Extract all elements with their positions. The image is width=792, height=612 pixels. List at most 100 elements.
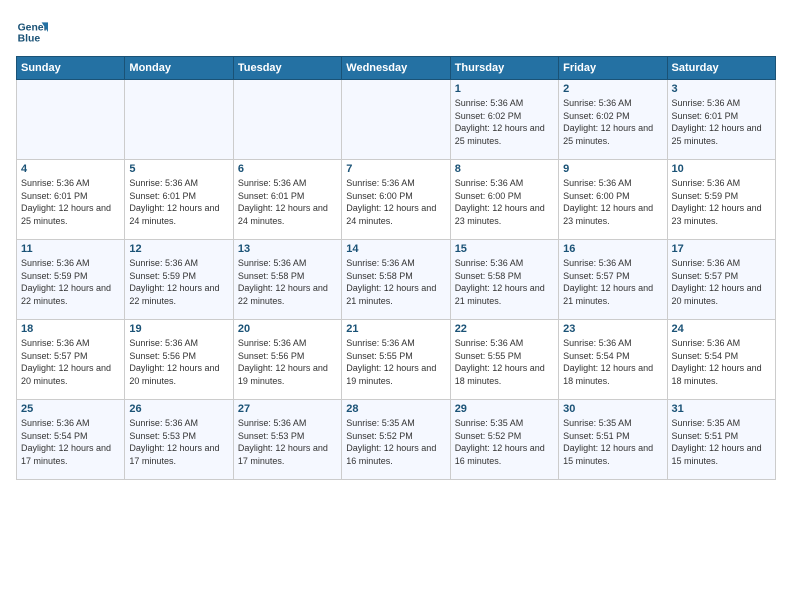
day-number: 25 bbox=[21, 403, 120, 415]
calendar-cell: 22 Sunrise: 5:36 AM Sunset: 5:55 PM Dayli… bbox=[450, 320, 558, 400]
day-info: Sunrise: 5:35 AM Sunset: 5:52 PM Dayligh… bbox=[455, 417, 554, 467]
calendar-cell: 31 Sunrise: 5:35 AM Sunset: 5:51 PM Dayli… bbox=[667, 400, 775, 480]
calendar-cell: 29Sunrise: 5:35 AM Sunset: 5:52 PM Dayli… bbox=[450, 400, 558, 480]
calendar-cell: 30 Sunrise: 5:35 AM Sunset: 5:51 PM Dayli… bbox=[559, 400, 667, 480]
day-info: Sunrise: 5:35 AM Sunset: 5:51 PM Dayligh… bbox=[672, 417, 771, 467]
day-info: Sunrise: 5:35 AM Sunset: 5:52 PM Dayligh… bbox=[346, 417, 445, 467]
day-number: 16 bbox=[563, 243, 662, 255]
day-number: 17 bbox=[672, 243, 771, 255]
day-number: 12 bbox=[129, 243, 228, 255]
calendar-cell: 24Sunrise: 5:36 AM Sunset: 5:54 PM Dayli… bbox=[667, 320, 775, 400]
weekday-header-tuesday: Tuesday bbox=[233, 57, 341, 80]
day-number: 31 bbox=[672, 403, 771, 415]
day-info: Sunrise: 5:36 AM Sunset: 6:02 PM Dayligh… bbox=[563, 97, 662, 147]
calendar-cell: 13Sunrise: 5:36 AM Sunset: 5:58 PM Dayli… bbox=[233, 240, 341, 320]
calendar-cell: 9 Sunrise: 5:36 AM Sunset: 6:00 PM Daylig… bbox=[559, 160, 667, 240]
day-info: Sunrise: 5:36 AM Sunset: 5:58 PM Dayligh… bbox=[455, 257, 554, 307]
day-number: 2 bbox=[563, 83, 662, 95]
calendar-cell: 20 Sunrise: 5:36 AM Sunset: 5:56 PM Dayli… bbox=[233, 320, 341, 400]
calendar-cell: 17Sunrise: 5:36 AM Sunset: 5:57 PM Dayli… bbox=[667, 240, 775, 320]
day-number: 10 bbox=[672, 163, 771, 175]
day-info: Sunrise: 5:36 AM Sunset: 6:00 PM Dayligh… bbox=[346, 177, 445, 227]
day-info: Sunrise: 5:36 AM Sunset: 6:01 PM Dayligh… bbox=[129, 177, 228, 227]
calendar-cell: 28 Sunrise: 5:35 AM Sunset: 5:52 PM Dayli… bbox=[342, 400, 450, 480]
day-info: Sunrise: 5:36 AM Sunset: 5:59 PM Dayligh… bbox=[672, 177, 771, 227]
day-number: 23 bbox=[563, 323, 662, 335]
day-number: 18 bbox=[21, 323, 120, 335]
day-info: Sunrise: 5:36 AM Sunset: 5:57 PM Dayligh… bbox=[21, 337, 120, 387]
calendar-cell: 19 Sunrise: 5:36 AM Sunset: 5:56 PM Dayli… bbox=[125, 320, 233, 400]
logo-icon: General Blue bbox=[16, 16, 48, 48]
day-info: Sunrise: 5:35 AM Sunset: 5:51 PM Dayligh… bbox=[563, 417, 662, 467]
logo: General Blue bbox=[16, 16, 48, 48]
day-number: 14 bbox=[346, 243, 445, 255]
calendar-cell: 14 Sunrise: 5:36 AM Sunset: 5:58 PM Dayli… bbox=[342, 240, 450, 320]
weekday-header-friday: Friday bbox=[559, 57, 667, 80]
day-info: Sunrise: 5:36 AM Sunset: 5:55 PM Dayligh… bbox=[346, 337, 445, 387]
day-info: Sunrise: 5:36 AM Sunset: 5:55 PM Dayligh… bbox=[455, 337, 554, 387]
calendar-cell: 2 Sunrise: 5:36 AM Sunset: 6:02 PM Daylig… bbox=[559, 80, 667, 160]
day-number: 1 bbox=[455, 83, 554, 95]
day-number: 30 bbox=[563, 403, 662, 415]
calendar-cell: 5 Sunrise: 5:36 AM Sunset: 6:01 PM Daylig… bbox=[125, 160, 233, 240]
svg-text:Blue: Blue bbox=[18, 34, 41, 45]
calendar-cell: 7Sunrise: 5:36 AM Sunset: 6:00 PM Daylig… bbox=[342, 160, 450, 240]
day-number: 22 bbox=[455, 323, 554, 335]
calendar-cell: 23 Sunrise: 5:36 AM Sunset: 5:54 PM Dayli… bbox=[559, 320, 667, 400]
calendar-cell: 10 Sunrise: 5:36 AM Sunset: 5:59 PM Dayli… bbox=[667, 160, 775, 240]
day-info: Sunrise: 5:36 AM Sunset: 6:01 PM Dayligh… bbox=[672, 97, 771, 147]
calendar-cell: 6 Sunrise: 5:36 AM Sunset: 6:01 PM Daylig… bbox=[233, 160, 341, 240]
day-number: 4 bbox=[21, 163, 120, 175]
calendar-header-row: SundayMondayTuesdayWednesdayThursdayFrid… bbox=[17, 57, 776, 80]
day-number: 27 bbox=[238, 403, 337, 415]
calendar-cell bbox=[125, 80, 233, 160]
calendar-cell bbox=[233, 80, 341, 160]
day-info: Sunrise: 5:36 AM Sunset: 5:53 PM Dayligh… bbox=[129, 417, 228, 467]
day-info: Sunrise: 5:36 AM Sunset: 5:59 PM Dayligh… bbox=[21, 257, 120, 307]
calendar-cell: 3Sunrise: 5:36 AM Sunset: 6:01 PM Daylig… bbox=[667, 80, 775, 160]
calendar-cell: 1Sunrise: 5:36 AM Sunset: 6:02 PM Daylig… bbox=[450, 80, 558, 160]
day-number: 6 bbox=[238, 163, 337, 175]
day-info: Sunrise: 5:36 AM Sunset: 5:58 PM Dayligh… bbox=[238, 257, 337, 307]
day-number: 11 bbox=[21, 243, 120, 255]
weekday-header-wednesday: Wednesday bbox=[342, 57, 450, 80]
calendar-body: 1 Sunrise: 5:36 AM Sunset: 6:02 PM Daylig… bbox=[17, 80, 776, 480]
week-row-5: 25 Sunrise: 5:36 AM Sunset: 5:54 PM Dayli… bbox=[17, 400, 776, 480]
week-row-4: 18 Sunrise: 5:36 AM Sunset: 5:57 PM Dayli… bbox=[17, 320, 776, 400]
day-number: 5 bbox=[129, 163, 228, 175]
day-number: 26 bbox=[129, 403, 228, 415]
day-info: Sunrise: 5:36 AM Sunset: 6:01 PM Dayligh… bbox=[238, 177, 337, 227]
day-info: Sunrise: 5:36 AM Sunset: 5:56 PM Dayligh… bbox=[129, 337, 228, 387]
calendar-cell: 27 Sunrise: 5:36 AM Sunset: 5:53 PM Dayli… bbox=[233, 400, 341, 480]
day-info: Sunrise: 5:36 AM Sunset: 5:56 PM Dayligh… bbox=[238, 337, 337, 387]
calendar-cell: 12 Sunrise: 5:36 AM Sunset: 5:59 PM Dayli… bbox=[125, 240, 233, 320]
day-number: 20 bbox=[238, 323, 337, 335]
day-number: 8 bbox=[455, 163, 554, 175]
day-info: Sunrise: 5:36 AM Sunset: 5:54 PM Dayligh… bbox=[563, 337, 662, 387]
weekday-header-sunday: Sunday bbox=[17, 57, 125, 80]
day-info: Sunrise: 5:36 AM Sunset: 6:01 PM Dayligh… bbox=[21, 177, 120, 227]
day-number: 28 bbox=[346, 403, 445, 415]
weekday-header-saturday: Saturday bbox=[667, 57, 775, 80]
calendar-cell: 16Sunrise: 5:36 AM Sunset: 5:57 PM Dayli… bbox=[559, 240, 667, 320]
calendar-cell: 15 Sunrise: 5:36 AM Sunset: 5:58 PM Dayli… bbox=[450, 240, 558, 320]
calendar-cell: 18 Sunrise: 5:36 AM Sunset: 5:57 PM Dayli… bbox=[17, 320, 125, 400]
calendar-cell: 21Sunrise: 5:36 AM Sunset: 5:55 PM Dayli… bbox=[342, 320, 450, 400]
week-row-1: 1 Sunrise: 5:36 AM Sunset: 6:02 PM Daylig… bbox=[17, 80, 776, 160]
calendar-cell: 11 Sunrise: 5:36 AM Sunset: 5:59 PM Dayli… bbox=[17, 240, 125, 320]
day-info: Sunrise: 5:36 AM Sunset: 5:54 PM Dayligh… bbox=[21, 417, 120, 467]
day-number: 19 bbox=[129, 323, 228, 335]
weekday-header-thursday: Thursday bbox=[450, 57, 558, 80]
calendar-cell: 4 Sunrise: 5:36 AM Sunset: 6:01 PM Daylig… bbox=[17, 160, 125, 240]
calendar-cell: 25 Sunrise: 5:36 AM Sunset: 5:54 PM Dayli… bbox=[17, 400, 125, 480]
day-info: Sunrise: 5:36 AM Sunset: 6:00 PM Dayligh… bbox=[455, 177, 554, 227]
week-row-2: 4 Sunrise: 5:36 AM Sunset: 6:01 PM Daylig… bbox=[17, 160, 776, 240]
day-info: Sunrise: 5:36 AM Sunset: 6:00 PM Dayligh… bbox=[563, 177, 662, 227]
calendar-cell bbox=[17, 80, 125, 160]
page-header: General Blue bbox=[16, 16, 776, 48]
day-info: Sunrise: 5:36 AM Sunset: 5:59 PM Dayligh… bbox=[129, 257, 228, 307]
day-number: 15 bbox=[455, 243, 554, 255]
day-info: Sunrise: 5:36 AM Sunset: 5:58 PM Dayligh… bbox=[346, 257, 445, 307]
day-info: Sunrise: 5:36 AM Sunset: 5:53 PM Dayligh… bbox=[238, 417, 337, 467]
day-number: 9 bbox=[563, 163, 662, 175]
